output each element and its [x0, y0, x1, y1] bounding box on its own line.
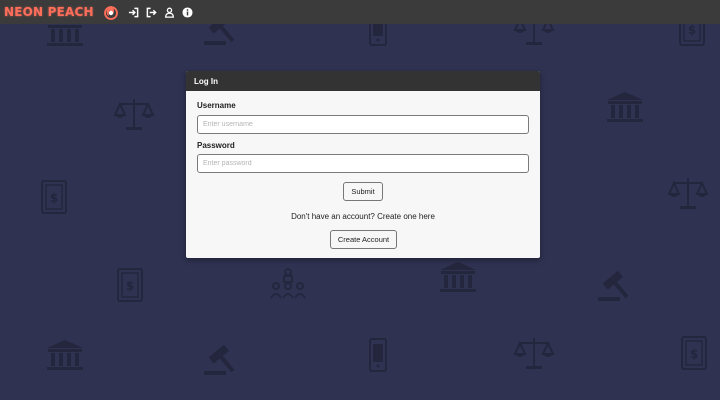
jury-icon: [266, 264, 310, 302]
login-card-header: Log In: [186, 71, 540, 91]
top-navbar: NEON PEACH: [0, 0, 720, 24]
login-card: Log In Username Password Submit Don't ha…: [186, 71, 540, 258]
no-account-text: Don't have an account? Create one here: [291, 212, 435, 221]
courthouse-icon: [436, 258, 480, 296]
legal-document-icon: [672, 334, 716, 372]
info-icon[interactable]: [182, 6, 193, 18]
create-account-button[interactable]: Create Account: [330, 230, 397, 249]
logout-icon[interactable]: [146, 7, 157, 18]
brand-name[interactable]: NEON PEACH: [4, 5, 94, 19]
username-label: Username: [197, 101, 236, 110]
scales-icon: [112, 95, 156, 133]
scales-icon: [512, 334, 556, 372]
legal-document-icon: [32, 178, 76, 216]
gavel-icon: [200, 340, 244, 378]
password-input[interactable]: [197, 154, 529, 173]
phone-icon: [356, 336, 400, 374]
courthouse-icon: [43, 336, 87, 374]
login-icon[interactable]: [128, 7, 139, 18]
user-icon[interactable]: [164, 7, 175, 18]
fire-logo-icon[interactable]: [94, 3, 120, 21]
submit-button[interactable]: Submit: [343, 182, 383, 201]
username-input[interactable]: [197, 115, 529, 134]
login-card-title: Log In: [194, 76, 218, 86]
courthouse-icon: [603, 88, 647, 126]
password-label: Password: [197, 141, 235, 150]
legal-document-icon: [108, 266, 152, 304]
gavel-icon: [594, 266, 638, 304]
scales-icon: [666, 174, 710, 212]
